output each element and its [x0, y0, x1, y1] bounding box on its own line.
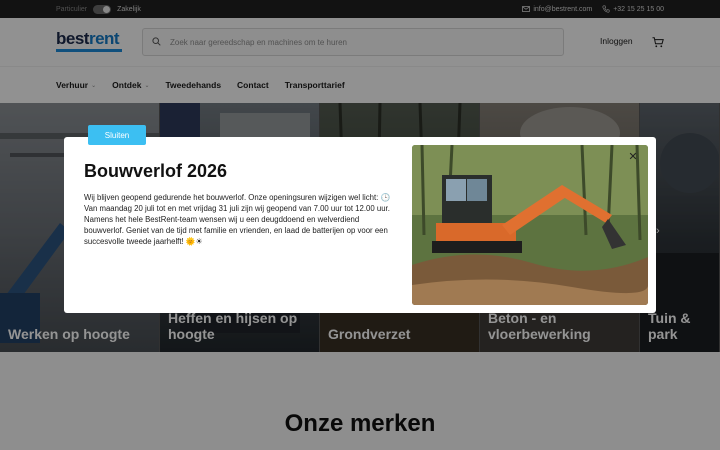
modal-title: Bouwverlof 2026: [84, 161, 228, 181]
close-icon[interactable]: ✕: [627, 151, 639, 163]
sluiten-button[interactable]: Sluiten: [88, 125, 146, 145]
modal-body: Wij blijven geopend gedurende het bouwve…: [84, 193, 391, 246]
excavator-photo: [412, 145, 648, 305]
